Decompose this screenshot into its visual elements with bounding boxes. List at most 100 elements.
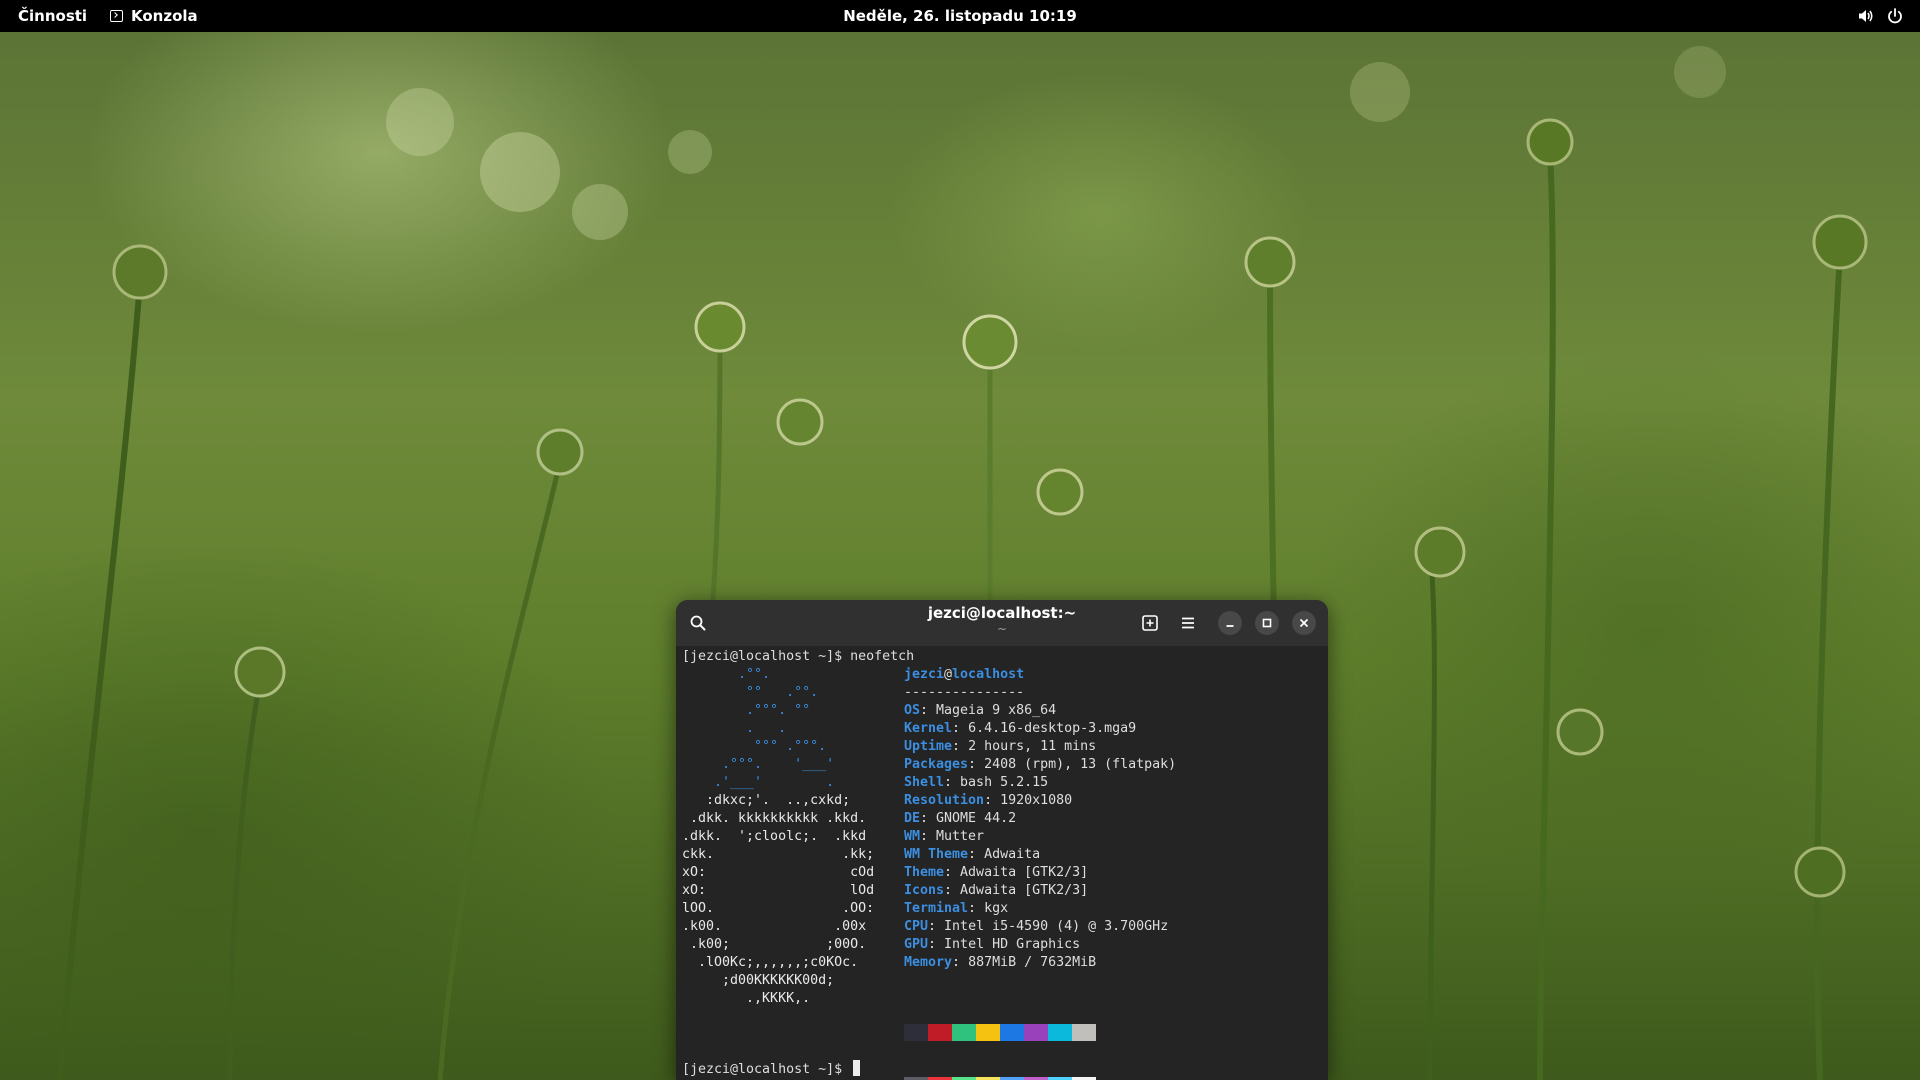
info-key: Resolution xyxy=(904,793,985,808)
final-prompt: [jezci@localhost ~]$ xyxy=(682,1062,851,1077)
info-value: 6.4.16-desktop-3.mga9 xyxy=(968,721,1137,736)
info-value: 1920x1080 xyxy=(1000,793,1073,808)
info-colon: : xyxy=(928,937,945,952)
info-colon: : xyxy=(968,901,985,916)
palette-swatch xyxy=(952,1024,976,1041)
info-key: DE xyxy=(904,811,921,826)
info-value: Intel HD Graphics xyxy=(944,937,1081,952)
info-key: Kernel xyxy=(904,721,953,736)
info-line: DE: GNOME 44.2 xyxy=(904,810,1016,828)
info-line: OS: Mageia 9 x86_64 xyxy=(904,702,1056,720)
info-value: 887MiB / 7632MiB xyxy=(968,955,1097,970)
info-colon: : xyxy=(952,739,969,754)
terminal-output[interactable]: [jezci@localhost ~]$ neofetch .°°. °° .°… xyxy=(682,648,1322,1080)
terminal-icon xyxy=(110,10,123,22)
command-line: [jezci@localhost ~]$ neofetch xyxy=(682,649,915,664)
color-palette xyxy=(904,988,1096,1080)
logo-line: ckk. .kk; xyxy=(682,847,875,862)
info-key: OS xyxy=(904,703,921,718)
final-prompt-line: [jezci@localhost ~]$ xyxy=(682,1060,861,1078)
info-colon: : xyxy=(920,811,937,826)
info-line: Uptime: 2 hours, 11 mins xyxy=(904,738,1096,756)
logo-line: ;d00KKKKKK00d; xyxy=(682,973,835,988)
palette-swatch xyxy=(904,1024,928,1041)
logo-line: °°° .°°°. xyxy=(682,739,827,754)
logo-line: . . xyxy=(682,721,787,736)
close-button[interactable] xyxy=(1292,611,1316,635)
search-icon xyxy=(690,615,706,631)
info-key: Memory xyxy=(904,955,953,970)
info-key: WM Theme xyxy=(904,847,969,862)
info-value: Adwaita xyxy=(984,847,1041,862)
palette-swatch xyxy=(1024,1024,1048,1041)
app-menu-button[interactable]: Konzola xyxy=(110,7,198,25)
logo-line: .k00; ;00O. xyxy=(682,937,867,952)
info-colon: : xyxy=(984,793,1001,808)
logo-line: .k00. .00x xyxy=(682,919,867,934)
info-key: Uptime xyxy=(904,739,953,754)
palette-row-normal xyxy=(904,1024,1096,1041)
search-button[interactable] xyxy=(684,609,712,637)
info-user: jezci xyxy=(904,667,945,682)
info-key: Packages xyxy=(904,757,969,772)
activities-button[interactable]: Činnosti xyxy=(18,7,87,25)
palette-swatch xyxy=(928,1024,952,1041)
info-key: Terminal xyxy=(904,901,969,916)
maximize-button[interactable] xyxy=(1255,611,1279,635)
app-name-label: Konzola xyxy=(131,7,198,25)
info-colon: : xyxy=(952,721,969,736)
logo-line: lOO. .OO: xyxy=(682,901,875,916)
info-line: WM: Mutter xyxy=(904,828,984,846)
info-line: Kernel: 6.4.16-desktop-3.mga9 xyxy=(904,720,1136,738)
logo-line: xO: lOd xyxy=(682,883,875,898)
speaker-icon[interactable] xyxy=(1857,7,1875,25)
info-value: Mutter xyxy=(936,829,985,844)
clock-button[interactable]: Neděle, 26. listopadu 10:19 xyxy=(843,7,1077,25)
logo-line: .,KKKK,. xyxy=(682,991,811,1006)
info-colon: : xyxy=(920,703,937,718)
info-at: @ xyxy=(944,667,953,682)
palette-swatch xyxy=(1072,1024,1096,1041)
info-line: WM Theme: Adwaita xyxy=(904,846,1040,864)
logo-line: .°°. xyxy=(682,667,771,682)
logo-line: .°°°. '___' xyxy=(682,757,835,772)
info-line: Memory: 887MiB / 7632MiB xyxy=(904,954,1096,972)
info-key: Shell xyxy=(904,775,945,790)
info-colon: : xyxy=(944,775,961,790)
text-cursor xyxy=(853,1060,861,1076)
info-line: CPU: Intel i5-4590 (4) @ 3.700GHz xyxy=(904,918,1168,936)
logo-line: °° .°°. xyxy=(682,685,819,700)
terminal-window: jezci@localhost:~ ~ [jezci@localhost ~]$… xyxy=(676,600,1328,1080)
info-value: kgx xyxy=(984,901,1009,916)
info-separator: --------------- xyxy=(904,685,1025,700)
info-colon: : xyxy=(920,829,937,844)
info-line: GPU: Intel HD Graphics xyxy=(904,936,1080,954)
info-host: localhost xyxy=(952,667,1025,682)
info-key: WM xyxy=(904,829,921,844)
info-key: GPU xyxy=(904,937,929,952)
info-colon: : xyxy=(928,919,945,934)
logo-line: .dkk. ';cloolc;. .kkd xyxy=(682,829,867,844)
logo-line: :dkxc;'. ..,cxkd; xyxy=(682,793,851,808)
logo-line: .dkk. kkkkkkkkkk .kkd. xyxy=(682,811,867,826)
palette-swatch xyxy=(1000,1024,1024,1041)
info-value: 2408 (rpm), 13 (flatpak) xyxy=(984,757,1177,772)
info-key: Theme xyxy=(904,865,945,880)
main-menu-button[interactable] xyxy=(1174,609,1202,637)
info-colon: : xyxy=(968,847,985,862)
power-icon[interactable] xyxy=(1886,7,1904,25)
info-colon: : xyxy=(944,865,961,880)
logo-line: .lO0Kc;,,,,,,;c0KOc. xyxy=(682,955,859,970)
info-key: CPU xyxy=(904,919,929,934)
info-line: Terminal: kgx xyxy=(904,900,1008,918)
maximize-icon xyxy=(1262,618,1272,628)
info-value: Adwaita [GTK2/3] xyxy=(960,865,1089,880)
info-line: Resolution: 1920x1080 xyxy=(904,792,1072,810)
info-value: Adwaita [GTK2/3] xyxy=(960,883,1089,898)
hamburger-icon xyxy=(1182,617,1194,629)
tab-new-icon xyxy=(1142,615,1158,631)
info-key: Icons xyxy=(904,883,945,898)
minimize-button[interactable] xyxy=(1218,611,1242,635)
logo-line: xO: cOd xyxy=(682,865,875,880)
new-tab-button[interactable] xyxy=(1136,609,1164,637)
